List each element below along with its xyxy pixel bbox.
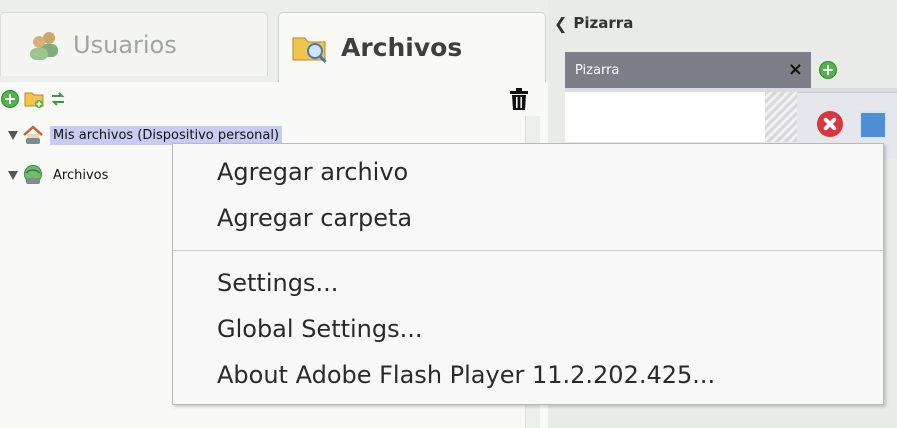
tab-usuarios[interactable]: Usuarios	[0, 12, 268, 76]
menu-item-agregar-archivo[interactable]: Agregar archivo	[217, 158, 408, 186]
menu-item-settings[interactable]: Settings...	[217, 269, 338, 297]
menu-separator	[173, 250, 883, 251]
network-drive-icon	[24, 165, 42, 184]
context-menu: Agregar archivo Agregar carpeta Settings…	[172, 143, 884, 405]
expand-arrow-icon[interactable]	[8, 170, 18, 180]
add-file-icon[interactable]	[0, 89, 20, 109]
tree-item-archivos[interactable]: Archivos	[8, 162, 111, 188]
pizarra-title: Pizarra	[573, 14, 634, 32]
pizarra-tab[interactable]: Pizarra ×	[565, 52, 811, 88]
tree-item-label: Mis archivos (Dispositivo personal)	[50, 125, 283, 145]
home-drive-icon	[23, 125, 43, 144]
pizarra-tab-label: Pizarra	[575, 62, 620, 78]
expand-arrow-icon[interactable]	[8, 130, 18, 140]
add-pizarra-icon[interactable]	[818, 60, 838, 80]
whiteboard-canvas[interactable]	[565, 92, 765, 142]
tab-bar: Usuarios Archivos	[0, 0, 548, 82]
menu-item-about-flash[interactable]: About Adobe Flash Player 11.2.202.425...	[217, 361, 715, 389]
whiteboard-resize-area	[765, 92, 797, 142]
chevron-left-icon[interactable]: ❮	[554, 14, 567, 33]
tab-archivos[interactable]: Archivos	[278, 12, 546, 82]
add-folder-icon[interactable]	[24, 89, 44, 109]
users-icon	[30, 31, 58, 60]
menu-item-global-settings[interactable]: Global Settings...	[217, 315, 423, 343]
tab-archivos-label: Archivos	[341, 33, 463, 62]
menu-item-agregar-carpeta[interactable]: Agregar carpeta	[217, 204, 412, 232]
pizarra-header[interactable]: ❮ Pizarra	[548, 10, 633, 36]
folder-search-icon	[292, 37, 327, 63]
document-icon[interactable]	[859, 111, 887, 139]
trash-icon[interactable]	[508, 87, 530, 111]
files-toolbar	[0, 82, 548, 116]
close-icon[interactable]: ×	[788, 60, 803, 80]
refresh-icon[interactable]	[48, 89, 68, 109]
tab-usuarios-label: Usuarios	[73, 30, 177, 59]
delete-icon[interactable]	[817, 111, 843, 137]
tree-item-label: Archivos	[53, 167, 109, 183]
